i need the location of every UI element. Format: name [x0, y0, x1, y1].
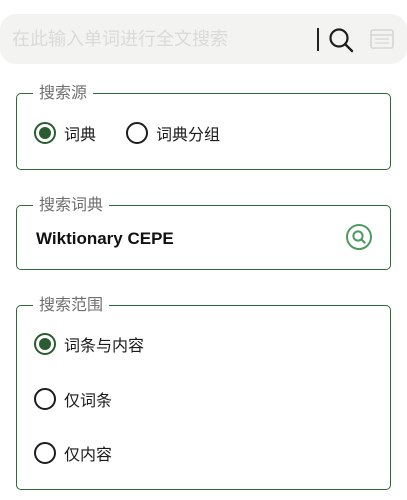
search-icon: [352, 230, 366, 244]
search-input[interactable]: [12, 24, 302, 54]
text-cursor: [317, 28, 319, 51]
radio-dictionary-group[interactable]: 词典分组: [126, 121, 220, 145]
panel-icon: [370, 29, 394, 49]
radio-entries-and-content[interactable]: 词条与内容: [34, 332, 144, 356]
radio-label: 词典: [64, 125, 97, 144]
radio-label: 仅内容: [64, 445, 113, 464]
radio-label: 词典分组: [156, 125, 221, 144]
search-dictionary-legend: 搜索词典: [39, 195, 104, 214]
radio-content-only[interactable]: 仅内容: [34, 441, 112, 465]
radio-entries-only[interactable]: 仅词条: [34, 387, 112, 411]
radio-unchecked-icon[interactable]: [34, 388, 56, 410]
radio-label: 词条与内容: [64, 336, 145, 355]
radio-dictionary[interactable]: 词典: [34, 121, 96, 145]
dictionary-picker-button[interactable]: [346, 224, 372, 250]
selected-dictionary[interactable]: Wiktionary CEPE: [36, 229, 174, 249]
radio-unchecked-icon[interactable]: [126, 122, 148, 144]
search-source-legend: 搜索源: [39, 83, 88, 102]
panel-button[interactable]: [370, 29, 394, 49]
radio-checked-icon[interactable]: [34, 333, 56, 355]
search-bar: [0, 14, 407, 64]
search-button[interactable]: [327, 26, 355, 54]
search-scope-legend: 搜索范围: [39, 295, 104, 314]
radio-unchecked-icon[interactable]: [34, 442, 56, 464]
radio-label: 仅词条: [64, 391, 113, 410]
radio-checked-icon[interactable]: [34, 122, 56, 144]
search-icon: [329, 28, 354, 53]
